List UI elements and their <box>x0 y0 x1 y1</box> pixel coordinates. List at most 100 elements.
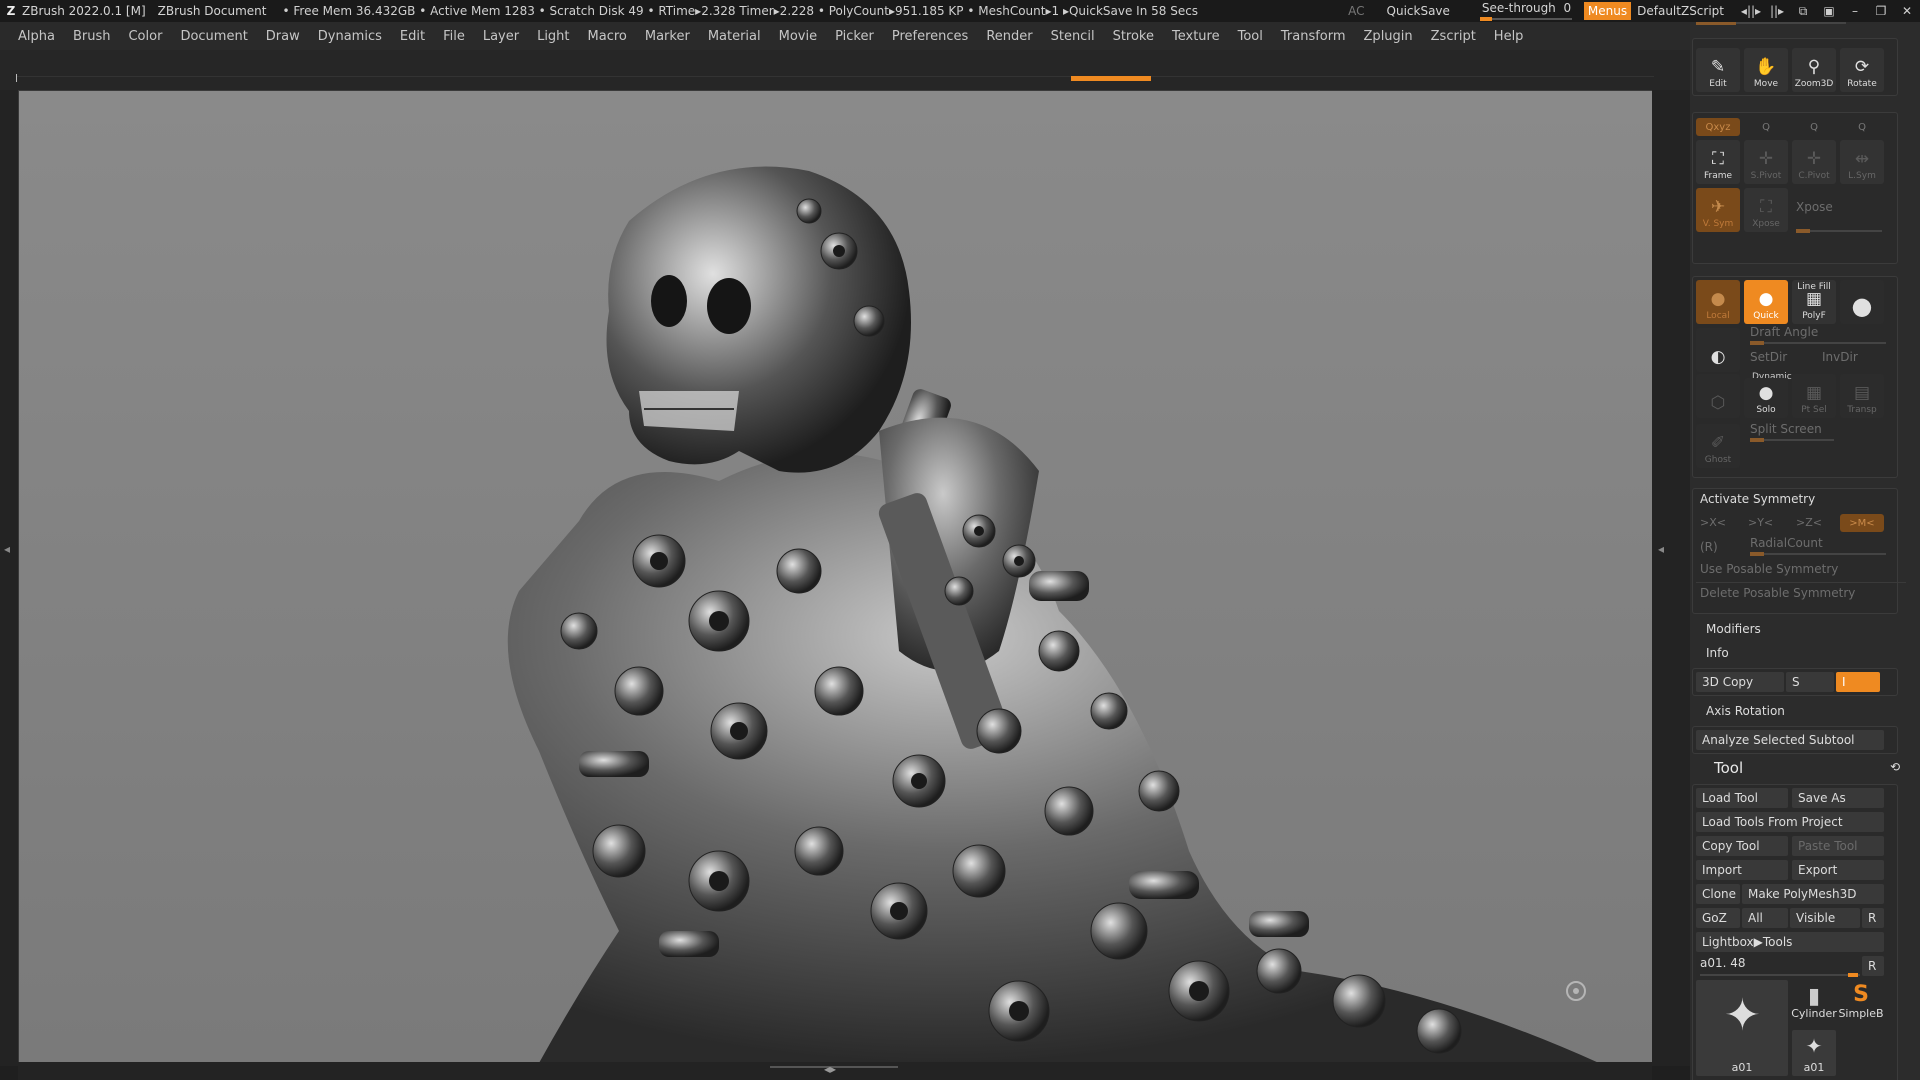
symmetry-x-button[interactable]: >X< <box>1700 516 1726 529</box>
tool-palette-title[interactable]: Tool <box>1714 759 1743 777</box>
s-button[interactable]: S <box>1786 672 1834 692</box>
menu-marker[interactable]: Marker <box>636 29 699 44</box>
xpose-button[interactable]: ⛶ Xpose <box>1744 188 1788 232</box>
clone-button[interactable]: Clone <box>1696 884 1740 904</box>
menu-edit[interactable]: Edit <box>391 29 434 44</box>
layout-icon[interactable]: ⧉ <box>1790 4 1816 19</box>
axis-rotation-header[interactable]: Axis Rotation <box>1706 704 1785 718</box>
transparency-toggle[interactable]: ⬡ <box>1696 374 1740 418</box>
quicksave-button[interactable]: QuickSave <box>1387 4 1450 18</box>
menus-toggle-button[interactable]: Menus <box>1583 2 1632 20</box>
y-rotation-tab[interactable]: Q <box>1744 118 1788 136</box>
floor-gizmo-icon[interactable] <box>1566 981 1586 1001</box>
local-button[interactable]: ● Local <box>1696 280 1740 324</box>
activate-symmetry-button[interactable]: Activate Symmetry <box>1700 492 1815 506</box>
goz-r-button[interactable]: R <box>1862 908 1884 928</box>
current-tool-slider[interactable] <box>1700 973 1860 977</box>
menu-draw[interactable]: Draw <box>257 29 309 44</box>
menu-light[interactable]: Light <box>528 29 578 44</box>
goz-button[interactable]: GoZ <box>1696 908 1740 928</box>
menu-picker[interactable]: Picker <box>826 29 883 44</box>
lsym-button[interactable]: ⇹ L.Sym <box>1840 140 1884 184</box>
lightbox-tools-button[interactable]: Lightbox▶Tools <box>1696 932 1884 952</box>
left-tray[interactable]: ◂ <box>0 90 18 1066</box>
menu-color[interactable]: Color <box>119 29 171 44</box>
symmetry-z-button[interactable]: >Z< <box>1796 516 1822 529</box>
tool-thumb-a01[interactable]: ✦ a01 <box>1696 980 1788 1076</box>
vsym-button[interactable]: ✈ V. Sym <box>1696 188 1740 232</box>
xpose-slider[interactable] <box>1796 229 1882 233</box>
menu-stroke[interactable]: Stroke <box>1104 29 1163 44</box>
menu-texture[interactable]: Texture <box>1163 29 1229 44</box>
menu-render[interactable]: Render <box>977 29 1041 44</box>
setdir-button[interactable]: SetDir <box>1750 350 1787 364</box>
goz-visible-button[interactable]: Visible <box>1790 908 1860 928</box>
load-tool-button[interactable]: Load Tool <box>1696 788 1788 808</box>
split-screen-slider[interactable] <box>1750 438 1834 442</box>
menu-stencil[interactable]: Stencil <box>1042 29 1104 44</box>
color-palette-icon[interactable]: ▣ <box>1816 4 1842 18</box>
tool-thumb-a01-small[interactable]: ✦ a01 <box>1792 1030 1836 1076</box>
split-screen-label[interactable]: Split Screen <box>1750 422 1822 436</box>
expand-left-tray-icon[interactable]: ◂ <box>4 542 10 556</box>
make-polymesh3d-button[interactable]: Make PolyMesh3D <box>1742 884 1884 904</box>
rotate-button[interactable]: ⟳ Rotate <box>1840 48 1884 92</box>
minimize-icon[interactable]: – <box>1842 4 1868 18</box>
radial-count-slider[interactable] <box>1750 552 1886 556</box>
copy3d-button[interactable]: 3D Copy <box>1696 672 1784 692</box>
document-canvas[interactable] <box>18 90 1654 1064</box>
export-button[interactable]: Export <box>1792 860 1884 880</box>
tool-refresh-icon[interactable]: ⟲ <box>1890 760 1900 774</box>
move-button[interactable]: ✋ Move <box>1744 48 1788 92</box>
save-as-button[interactable]: Save As <box>1792 788 1884 808</box>
menu-movie[interactable]: Movie <box>770 29 826 44</box>
copy-tool-button[interactable]: Copy Tool <box>1696 836 1788 856</box>
goz-all-button[interactable]: All <box>1742 908 1788 928</box>
cpivot-button[interactable]: ✛ C.Pivot <box>1792 140 1836 184</box>
solo-button[interactable]: ● Solo <box>1744 378 1788 418</box>
menu-layer[interactable]: Layer <box>474 29 528 44</box>
menu-macro[interactable]: Macro <box>579 29 636 44</box>
spivot-button[interactable]: ✛ S.Pivot <box>1744 140 1788 184</box>
material-sphere-button[interactable]: ● <box>1840 280 1884 324</box>
menu-zplugin[interactable]: Zplugin <box>1355 29 1422 44</box>
paste-tool-button[interactable]: Paste Tool <box>1792 836 1884 856</box>
modifiers-header[interactable]: Modifiers <box>1706 622 1761 636</box>
menu-file[interactable]: File <box>434 29 474 44</box>
xyz-rotation-tab[interactable]: Qxyz <box>1696 118 1740 136</box>
menu-document[interactable]: Document <box>171 29 256 44</box>
delete-posable-symmetry-button[interactable]: Delete Posable Symmetry <box>1700 586 1855 600</box>
see-through-slider[interactable]: See-through 0 <box>1476 0 1572 22</box>
import-button[interactable]: Import <box>1696 860 1788 880</box>
see-through-knob[interactable] <box>1479 17 1492 21</box>
draft-angle-slider[interactable] <box>1750 341 1886 345</box>
tray-icon[interactable]: ◂||▸ <box>1738 4 1764 18</box>
radial-r-button[interactable]: (R) <box>1700 540 1718 554</box>
bottom-tray-arrow-icon[interactable]: ◂▸ <box>824 1062 836 1076</box>
shelf-active-tab[interactable] <box>1071 76 1151 81</box>
menu-transform[interactable]: Transform <box>1272 29 1355 44</box>
frame-button[interactable]: ⛶ Frame <box>1696 140 1740 184</box>
ptsel-button[interactable]: ▦ Pt Sel <box>1792 374 1836 418</box>
z-rotation-tab[interactable]: Q <box>1792 118 1836 136</box>
tray-collapse-icon[interactable]: ||▸ <box>1764 4 1790 18</box>
info-header[interactable]: Info <box>1706 646 1729 660</box>
right-canvas-tray[interactable]: ◂ <box>1652 90 1690 1066</box>
invdir-button[interactable]: InvDir <box>1822 350 1858 364</box>
edit-button[interactable]: ✎ Edit <box>1696 48 1740 92</box>
restore-icon[interactable]: ❐ <box>1868 4 1894 18</box>
contrast-toggle[interactable]: ◐ <box>1696 328 1740 372</box>
expand-right-tray-icon[interactable]: ◂ <box>1658 542 1664 556</box>
polyf-button[interactable]: Line Fill ▦ PolyF <box>1792 280 1836 324</box>
menu-help[interactable]: Help <box>1485 29 1533 44</box>
tool-thumb-simpleb[interactable]: S SimpleB <box>1838 980 1884 1022</box>
top-slider[interactable] <box>1696 22 1846 25</box>
symmetry-m-button[interactable]: >M< <box>1840 514 1884 532</box>
analyze-subtool-button[interactable]: Analyze Selected Subtool <box>1696 730 1884 750</box>
tool-thumb-cylinder[interactable]: ▮ Cylinder <box>1791 980 1837 1022</box>
tool-r-button[interactable]: R <box>1862 956 1884 976</box>
ac-button[interactable]: AC <box>1348 4 1364 18</box>
use-posable-symmetry-button[interactable]: Use Posable Symmetry <box>1700 562 1838 576</box>
bottom-tray[interactable]: ◂▸ <box>18 1062 1652 1080</box>
menu-tool[interactable]: Tool <box>1229 29 1272 44</box>
